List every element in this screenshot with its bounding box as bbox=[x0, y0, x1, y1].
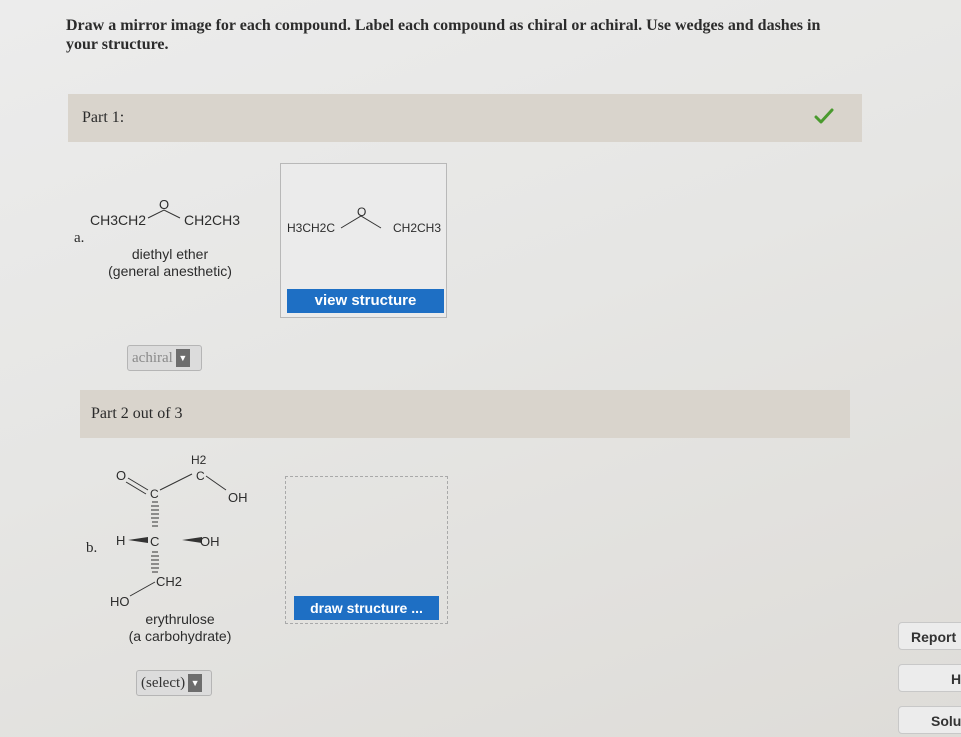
bottom-ch2: CH2 bbox=[156, 574, 182, 589]
chirality-select-b-value: (select) bbox=[141, 674, 186, 691]
dropdown-arrow-icon: ▼ bbox=[188, 674, 203, 692]
solution-button[interactable]: Solu bbox=[898, 706, 961, 734]
draw-structure-button[interactable]: draw structure ... bbox=[294, 596, 439, 620]
compound-b-note: (a carbohydrate) bbox=[128, 628, 232, 644]
report-button[interactable]: Report bbox=[898, 622, 961, 650]
part2-header: Part 2 out of 3 bbox=[80, 390, 850, 438]
instructions-text: Draw a mirror image for each compound. L… bbox=[66, 17, 821, 53]
carbonyl-oxygen: O bbox=[116, 468, 126, 483]
top-carbon: C bbox=[196, 469, 205, 483]
ether-left-group: CH3CH2 bbox=[90, 212, 146, 228]
compound-a-name: diethyl ether bbox=[131, 246, 209, 262]
h-button[interactable]: H bbox=[898, 664, 961, 692]
view-structure-button[interactable]: view structure bbox=[287, 289, 444, 313]
dropdown-arrow-icon: ▼ bbox=[175, 349, 190, 367]
bottom-hydroxyl: HO bbox=[110, 594, 130, 609]
top-h2: H2 bbox=[191, 453, 207, 467]
chirality-select-b[interactable]: (select) ▼ bbox=[136, 670, 212, 696]
carbonyl-carbon: C bbox=[150, 487, 159, 501]
answer-oxygen: O bbox=[357, 205, 366, 219]
answer-left-group: H3CH2C bbox=[287, 221, 335, 235]
answer-right-group: CH2CH3 bbox=[393, 221, 441, 235]
stereo-hydrogen: H bbox=[116, 533, 125, 548]
erythrulose-structure: O C H2 C OH H C OH CH2 HO bbox=[110, 453, 248, 609]
draw-structure-area[interactable]: draw structure ... bbox=[285, 476, 448, 624]
stereo-hydroxyl: OH bbox=[200, 534, 220, 549]
diethyl-ether-structure: CH3CH2 O CH2CH3 bbox=[90, 197, 240, 228]
item-letter-b: b. bbox=[86, 540, 98, 556]
chirality-select-a-value: achiral bbox=[132, 349, 173, 366]
ether-right-group: CH2CH3 bbox=[184, 212, 240, 228]
top-hydroxyl: OH bbox=[228, 490, 248, 505]
compound-b-name: erythrulose bbox=[145, 611, 215, 627]
part1-header: Part 1: bbox=[68, 94, 862, 142]
compound-a-note: (general anesthetic) bbox=[108, 263, 232, 279]
check-icon bbox=[814, 108, 834, 124]
answer-structure-box: H3CH2C O CH2CH3 view structure bbox=[280, 163, 447, 318]
answer-structure: H3CH2C O CH2CH3 bbox=[287, 205, 441, 235]
part1-title: Part 1: bbox=[82, 109, 125, 126]
chirality-select-a[interactable]: achiral ▼ bbox=[127, 345, 202, 371]
item-letter-a: a. bbox=[74, 230, 85, 246]
ether-oxygen: O bbox=[159, 197, 169, 212]
part2-title: Part 2 out of 3 bbox=[91, 405, 183, 422]
stereo-carbon: C bbox=[150, 534, 159, 549]
